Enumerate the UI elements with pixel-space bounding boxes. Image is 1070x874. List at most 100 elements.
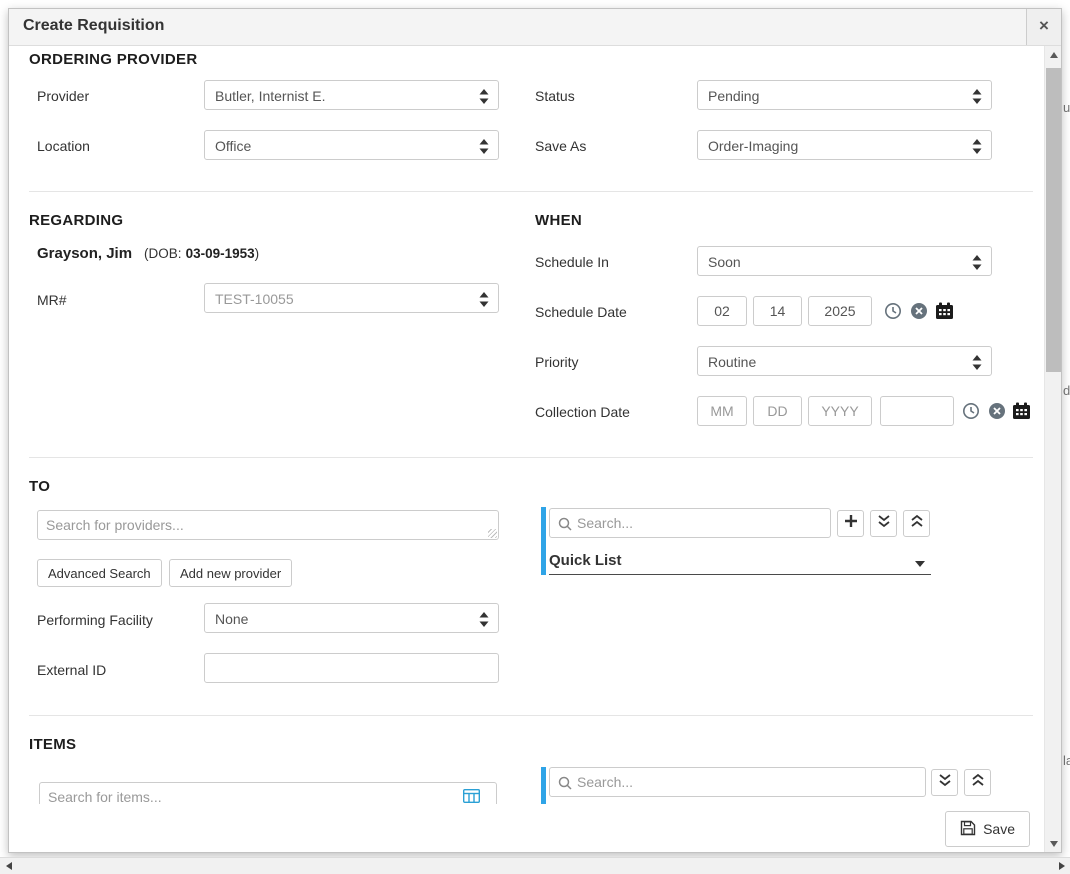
schedule-date-month-input[interactable] [697,296,747,326]
status-label: Status [535,88,575,104]
external-id-input[interactable] [204,653,499,683]
caret-down-icon[interactable] [910,554,930,574]
provider-search-input[interactable] [37,510,499,540]
save-button[interactable]: Save [945,811,1030,847]
dob-open: (DOB: [144,246,182,261]
schedule-date-year-input[interactable] [808,296,872,326]
dob-value: 03-09-1953 [186,246,255,261]
schedule-in-select[interactable]: Soon [697,246,992,276]
priority-select[interactable]: Routine [697,346,992,376]
items-quick-searchbox [549,767,926,797]
section-title-items: ITEMS [29,736,76,753]
resize-grip[interactable] [488,529,497,538]
double-chevron-up-icon [911,514,923,533]
updown-caret-icon [972,139,982,159]
updown-caret-icon [479,292,489,312]
section-divider [29,457,1033,458]
modal-body: ORDERING PROVIDER Provider Butler, Inter… [9,46,1061,852]
page-bg-fragment: u [1063,100,1070,115]
updown-caret-icon [479,139,489,159]
left-arrow-icon [6,862,12,870]
modal-content: ORDERING PROVIDER Provider Butler, Inter… [9,46,1044,852]
modal-title: Create Requisition [23,17,164,35]
schedule-in-select-value: Soon [708,254,741,270]
quick-list-header[interactable]: Quick List [549,552,622,569]
scroll-down-button[interactable] [1045,835,1062,852]
page-bg-fragment: d [1063,383,1070,398]
priority-select-value: Routine [708,354,756,370]
provider-search-wrapper [37,510,499,540]
right-arrow-icon [1059,862,1065,870]
schedule-in-label: Schedule In [535,254,609,270]
expand-all-button[interactable] [870,510,897,537]
calendar-icon[interactable] [1011,401,1031,421]
clear-icon[interactable] [987,401,1007,421]
save-as-select[interactable]: Order-Imaging [697,130,992,160]
status-select[interactable]: Pending [697,80,992,110]
close-button[interactable]: × [1026,9,1061,45]
clear-icon[interactable] [909,301,929,321]
collection-date-day-input[interactable] [753,396,802,426]
close-icon: × [1039,16,1049,35]
clock-icon[interactable] [961,401,981,421]
items-quick-search-input[interactable] [577,769,920,795]
section-title-when: WHEN [535,212,582,229]
location-select[interactable]: Office [204,130,499,160]
priority-label: Priority [535,354,579,370]
scroll-thumb[interactable] [1046,68,1061,372]
performing-facility-label: Performing Facility [37,612,153,628]
scroll-right-button[interactable] [1053,858,1070,874]
collapse-all-button[interactable] [964,769,991,796]
to-quick-search-input[interactable] [577,510,825,536]
collection-time-input[interactable] [880,396,954,426]
mr-select-value: TEST-10055 [215,291,294,307]
schedule-date-day-input[interactable] [753,296,802,326]
updown-caret-icon [479,89,489,109]
save-icon [960,820,976,839]
mr-select[interactable]: TEST-10055 [204,283,499,313]
double-chevron-up-icon [972,773,984,792]
patient-line: Grayson, Jim (DOB: 03-09-1953 ) [37,245,259,262]
save-button-label: Save [983,821,1015,837]
schedule-date-label: Schedule Date [535,304,627,320]
provider-label: Provider [37,88,89,104]
add-button[interactable] [837,510,864,537]
search-icon [558,776,572,795]
down-arrow-icon [1050,841,1058,847]
calendar-icon[interactable] [934,301,954,321]
patient-name: Grayson, Jim [37,245,132,262]
location-label: Location [37,138,90,154]
expand-all-button[interactable] [931,769,958,796]
collection-date-label: Collection Date [535,404,630,420]
scroll-left-button[interactable] [0,858,17,874]
dob-close: ) [255,246,260,261]
section-title-ordering-provider: ORDERING PROVIDER [29,51,197,68]
modal-scrollbar[interactable] [1044,46,1061,852]
provider-select-value: Butler, Internist E. [215,88,326,104]
scroll-up-button[interactable] [1045,46,1062,63]
search-icon [558,517,572,536]
status-select-value: Pending [708,88,759,104]
section-title-regarding: REGARDING [29,212,123,229]
to-quick-searchbox [549,508,831,538]
section-divider [29,191,1033,192]
updown-caret-icon [972,355,982,375]
double-chevron-down-icon [939,773,951,792]
collapse-all-button[interactable] [903,510,930,537]
performing-facility-select[interactable]: None [204,603,499,633]
accent-bar [541,507,546,575]
mr-label: MR# [37,292,67,308]
save-as-select-value: Order-Imaging [708,138,798,154]
page-hscrollbar[interactable] [0,857,1070,874]
clock-icon[interactable] [883,301,903,321]
create-requisition-modal: Create Requisition × ORDERING PROVIDER P… [8,8,1062,853]
updown-caret-icon [972,89,982,109]
collection-date-year-input[interactable] [808,396,872,426]
up-arrow-icon [1050,52,1058,58]
provider-select[interactable]: Butler, Internist E. [204,80,499,110]
collection-date-month-input[interactable] [697,396,747,426]
add-new-provider-button[interactable]: Add new provider [169,559,292,587]
advanced-search-button[interactable]: Advanced Search [37,559,162,587]
quick-list-underline [549,574,931,575]
location-select-value: Office [215,138,251,154]
